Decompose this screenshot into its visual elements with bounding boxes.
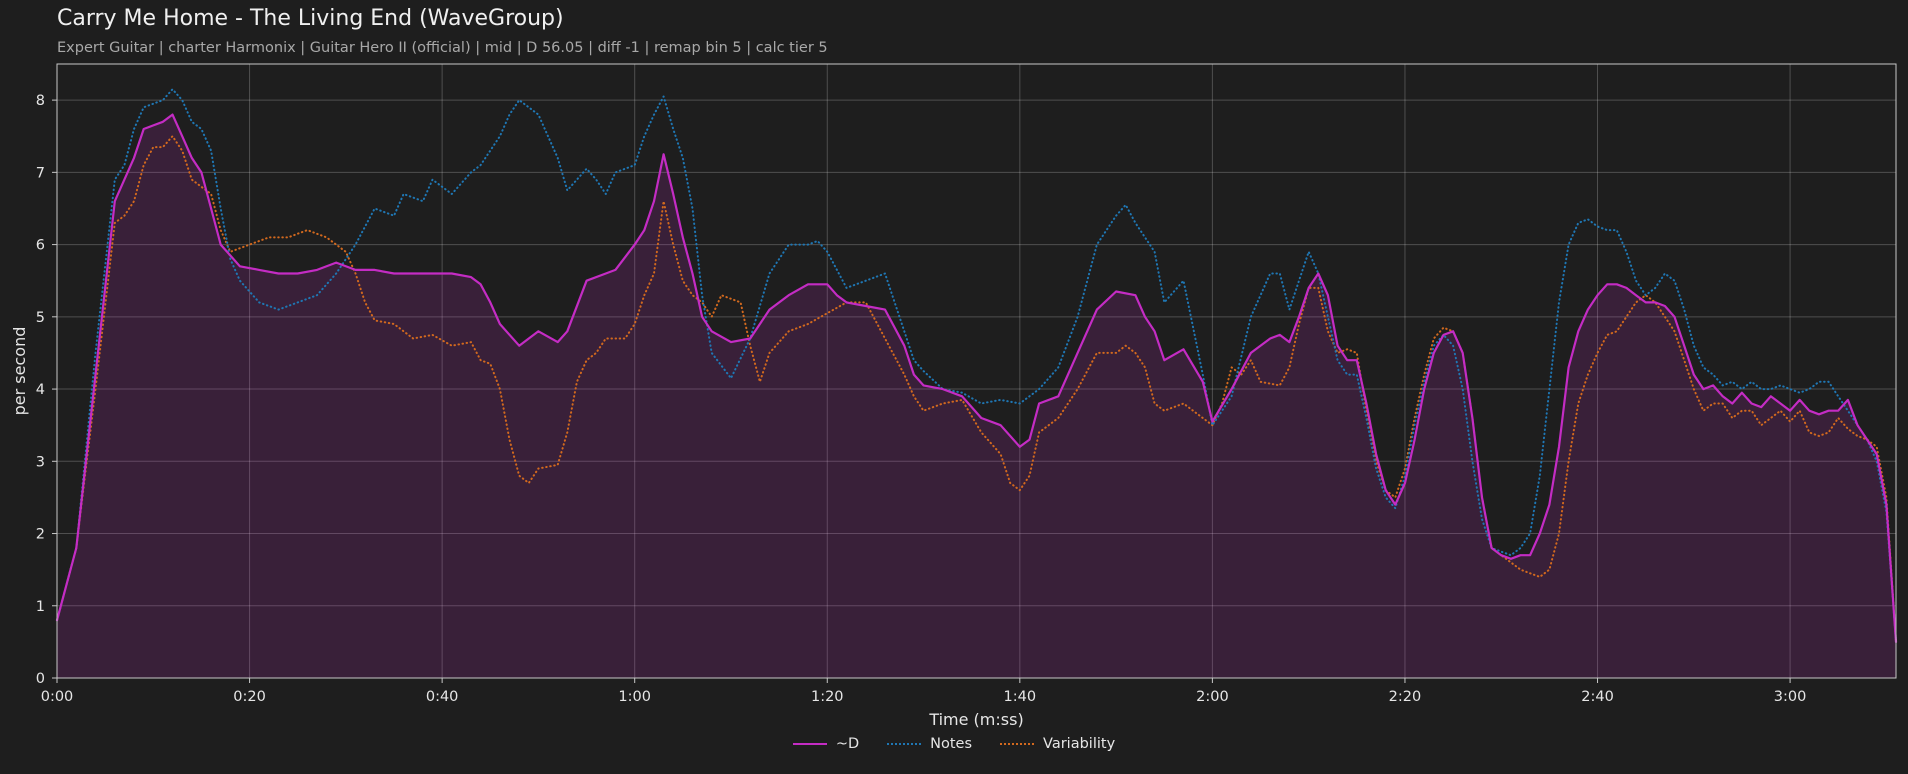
x-tick-label: 0:20 (233, 689, 266, 705)
legend-swatch-variability (1000, 743, 1035, 745)
x-tick-label: 1:40 (1004, 689, 1037, 705)
legend-swatch-notes (887, 743, 922, 745)
legend: ~D Notes Variability (0, 736, 1908, 752)
legend-label-d: ~D (835, 736, 860, 752)
y-tick-label: 4 (36, 382, 45, 398)
legend-item-notes: Notes (887, 736, 972, 752)
legend-label-variability: Variability (1043, 736, 1116, 752)
y-tick-label: 0 (36, 671, 45, 687)
y-axis-ticks: 0 1 2 3 4 5 6 7 8 (36, 93, 57, 687)
legend-item-variability: Variability (1000, 736, 1115, 752)
x-tick-label: 3:00 (1774, 689, 1807, 705)
y-axis-label: per second (10, 327, 29, 416)
y-tick-label: 7 (36, 165, 45, 181)
x-tick-label: 2:20 (1389, 689, 1422, 705)
y-tick-label: 1 (36, 599, 45, 615)
x-tick-label: 1:20 (811, 689, 844, 705)
y-tick-label: 3 (36, 454, 45, 470)
y-tick-label: 5 (36, 310, 45, 326)
legend-label-notes: Notes (930, 736, 973, 752)
x-axis-ticks: 0:00 0:20 0:40 1:00 1:20 1:40 2:00 2:20 2:40 3:00 (41, 678, 1807, 705)
legend-item-d: ~D (792, 736, 860, 752)
x-axis-label: Time (m:ss) (928, 710, 1023, 729)
x-tick-label: 0:40 (426, 689, 459, 705)
chart-plot: 0:00 0:20 0:40 1:00 1:20 1:40 2:00 2:20 2:40 3:00… (10, 63, 1898, 729)
x-tick-label: 2:40 (1581, 689, 1614, 705)
legend-swatch-d (792, 743, 827, 745)
y-tick-label: 6 (36, 238, 45, 254)
x-tick-label: 2:00 (1196, 689, 1229, 705)
y-tick-label: 2 (36, 527, 45, 543)
y-tick-label: 8 (36, 93, 45, 109)
x-tick-label: 1:00 (618, 689, 651, 705)
x-tick-label: 0:00 (41, 689, 74, 705)
